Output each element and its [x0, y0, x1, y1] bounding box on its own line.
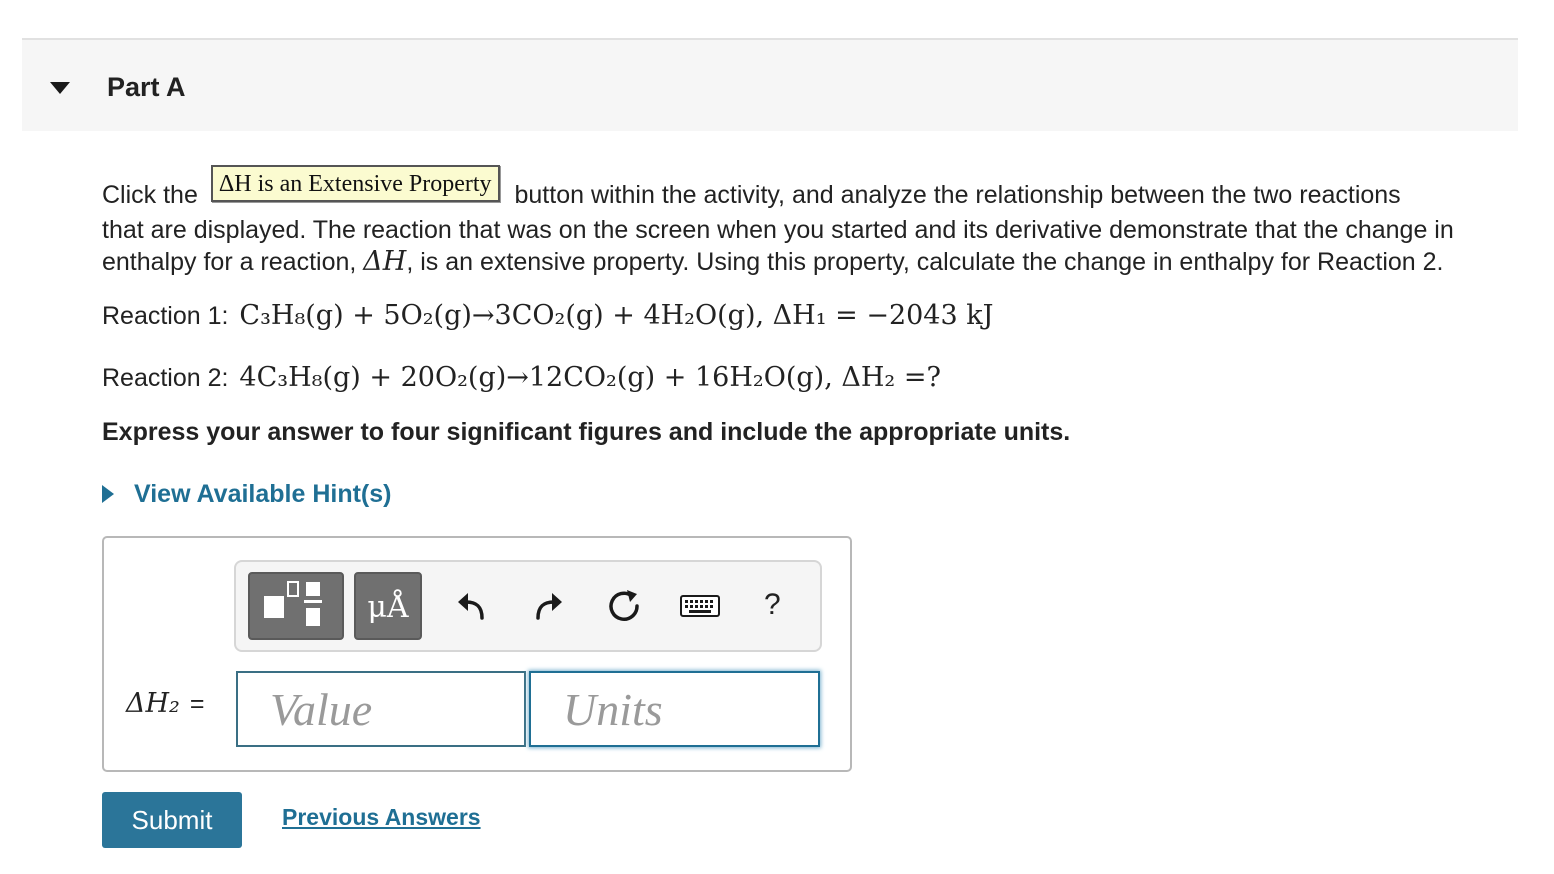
reaction-2-label: Reaction 2: [102, 364, 229, 392]
part-title: Part A [107, 72, 186, 102]
units-input[interactable] [529, 671, 820, 747]
page: Part A Click the ΔH is an Extensive Prop… [0, 0, 1554, 874]
prompt-line3-end: , is an extensive property. Using this p… [406, 248, 1444, 276]
value-input[interactable] [236, 671, 526, 747]
undo-icon[interactable] [450, 584, 494, 628]
redo-icon[interactable] [526, 584, 570, 628]
question-prompt: Click the ΔH is an Extensive Property bu… [102, 165, 1522, 278]
templates-icon [264, 581, 322, 626]
reaction-1-label: Reaction 1: [102, 302, 229, 330]
prompt-intro: Click the [102, 181, 198, 209]
delta-h2-symbol: ΔH₂ [126, 688, 180, 719]
view-hints-link[interactable]: View Available Hint(s) [102, 480, 391, 509]
help-icon[interactable]: ? [764, 588, 781, 622]
answer-instruction: Express your answer to four significant … [102, 418, 1071, 446]
collapse-triangle-icon[interactable] [50, 82, 70, 94]
prompt-after-button: button within the activity, and analyze … [514, 181, 1401, 209]
hint-arrow-icon [102, 485, 114, 503]
reaction-1-equation: C₃H₈(g) + 5O₂(g)→3CO₂(g) + 4H₂O(g), ΔH₁ … [239, 300, 994, 331]
answer-box: μÅ ? ΔH₂ = Value Units [102, 536, 852, 772]
reaction-1: Reaction 1: C₃H₈(g) + 5O₂(g)→3CO₂(g) + 4… [102, 300, 993, 331]
prompt-line-3: enthalpy for a reaction, ΔH, is an exten… [102, 246, 1522, 278]
keyboard-icon[interactable] [680, 584, 720, 628]
reaction-2-equation: 4C₃H₈(g) + 20O₂(g)→12CO₂(g) + 16H₂O(g), … [239, 362, 941, 393]
prompt-line-2: that are displayed. The reaction that wa… [102, 216, 1454, 244]
units-button[interactable]: μÅ [354, 572, 422, 640]
equals-sign: = [189, 690, 205, 718]
reaction-2: Reaction 2: 4C₃H₈(g) + 20O₂(g)→12CO₂(g) … [102, 362, 941, 393]
view-hints-label: View Available Hint(s) [134, 480, 392, 508]
reset-icon[interactable] [602, 584, 646, 628]
prompt-line3-start: enthalpy for a reaction, [102, 248, 357, 276]
prompt-line-1: Click the ΔH is an Extensive Property bu… [102, 165, 1522, 214]
submit-button[interactable]: Submit [102, 792, 242, 848]
previous-answers-link[interactable]: Previous Answers [282, 804, 481, 831]
extensive-property-button[interactable]: ΔH is an Extensive Property [210, 165, 500, 202]
part-header[interactable]: Part A [22, 38, 1518, 131]
answer-label: ΔH₂ = [126, 688, 204, 719]
delta-h-symbol: ΔH [363, 246, 407, 277]
math-toolbar: μÅ ? [234, 560, 822, 652]
templates-button[interactable] [248, 572, 344, 640]
